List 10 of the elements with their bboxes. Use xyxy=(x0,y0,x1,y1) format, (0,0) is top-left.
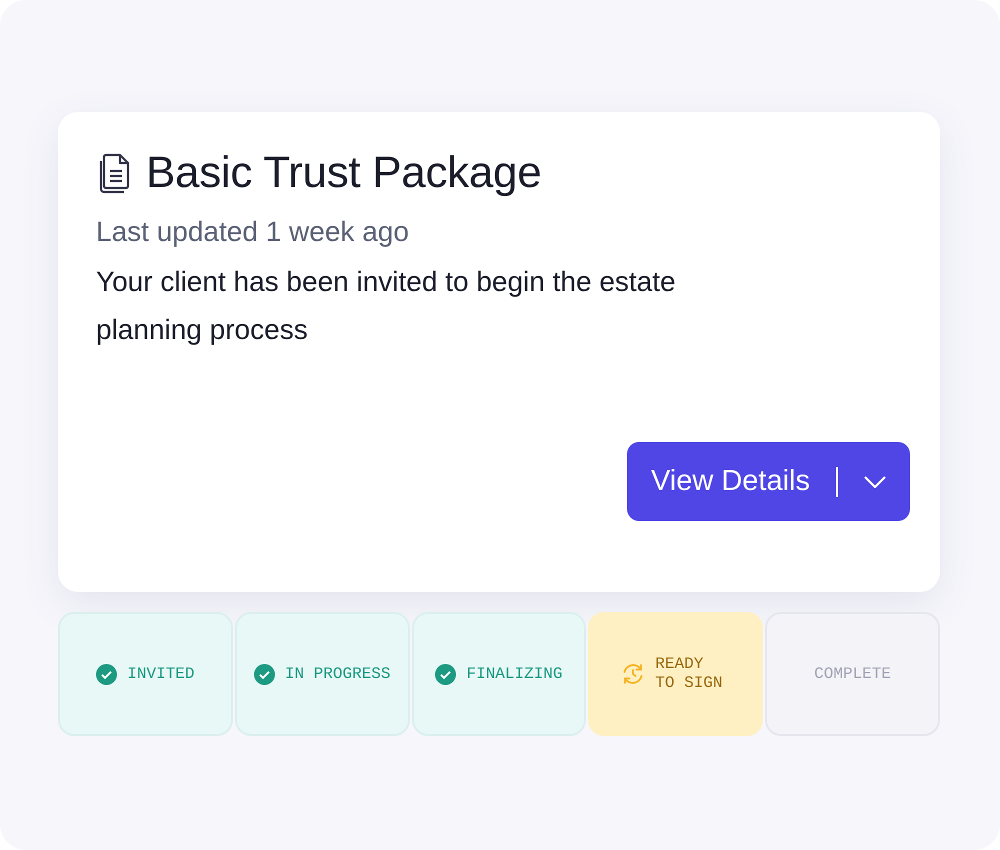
view-details-button[interactable]: View Details xyxy=(626,442,910,521)
step-label: READY TO SIGN xyxy=(655,655,724,693)
card-title: Basic Trust Package xyxy=(146,148,542,198)
step-label: INVITED xyxy=(127,664,194,684)
step-label: FINALIZING xyxy=(466,664,562,684)
last-updated-text: Last updated 1 week ago xyxy=(96,216,410,248)
status-message: Your client has been invited to begin the estate planning process xyxy=(96,265,677,347)
chevron-down-icon xyxy=(864,476,886,488)
step-label: COMPLETE xyxy=(814,664,891,684)
step-label: IN PROGRESS xyxy=(284,664,390,684)
